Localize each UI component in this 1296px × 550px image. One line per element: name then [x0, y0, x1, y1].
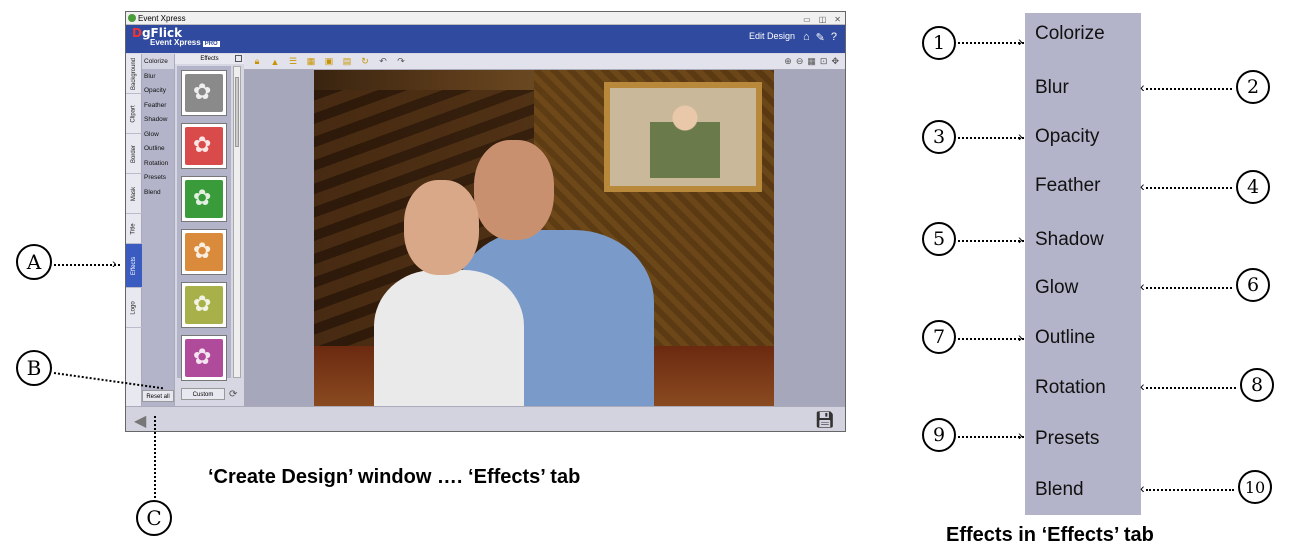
effect-shadow[interactable]: Shadow	[142, 112, 174, 127]
canvas-area	[244, 70, 845, 406]
title-bar: Event Xpress ▭ ◫ ✕	[126, 12, 845, 25]
home-icon[interactable]: ⌂	[803, 31, 810, 44]
zoom-in-icon[interactable]: ⊕	[784, 56, 792, 67]
effect-label-blur: Blur	[1035, 77, 1069, 98]
effects-list: Colorize Blur Opacity Feather Shadow Glo…	[142, 54, 174, 406]
effect-colorize[interactable]: Colorize	[142, 54, 174, 69]
couple-photo[interactable]	[354, 140, 654, 406]
effect-label-feather: Feather	[1035, 175, 1101, 196]
caption-effects: Effects in ‘Effects’ tab	[946, 524, 1154, 546]
callout-9: 9	[922, 418, 956, 452]
tab-background[interactable]: Background	[126, 54, 142, 94]
fit-icon[interactable]: ⊡	[820, 56, 828, 67]
align-icon[interactable]: ☰	[286, 56, 300, 67]
thumbnail-item[interactable]	[181, 229, 227, 275]
effect-opacity[interactable]: Opacity	[142, 83, 174, 98]
help-icon[interactable]: ?	[831, 31, 837, 44]
callout-1: 1	[922, 26, 956, 60]
effect-label-glow: Glow	[1035, 277, 1079, 298]
effect-blend[interactable]: Blend	[142, 185, 174, 200]
reset-all-button[interactable]: Reset all	[142, 390, 174, 402]
design-toolbar: 🔒︎ ▲ ☰ ▦ ▣ ▤ ↻ ↶ ↷ ⊕ ⊖ ▦ ⊡ ✥	[244, 54, 845, 70]
effects-panel-header: Effects	[175, 54, 244, 64]
thumbnail-item[interactable]	[181, 123, 227, 169]
tab-clipart[interactable]: Clipart	[126, 94, 142, 134]
tab-mask[interactable]: Mask	[126, 174, 142, 214]
window-title: Event Xpress	[138, 14, 186, 23]
effect-label-presets: Presets	[1035, 428, 1100, 449]
callout-3: 3	[922, 120, 956, 154]
callout-8: 8	[1240, 368, 1274, 402]
rotate-icon[interactable]: ↻	[358, 56, 372, 67]
effects-zoom-panel: Colorize Blur Opacity Feather Shadow Glo…	[1025, 13, 1141, 515]
effect-outline[interactable]: Outline	[142, 141, 174, 156]
callout-5: 5	[922, 222, 956, 256]
redo-icon[interactable]: ↷	[394, 56, 408, 67]
vertical-tabs: Background Clipart Border Mask Title Eff…	[126, 54, 142, 406]
save-icon[interactable]: 💾︎	[815, 410, 835, 430]
callout-4: 4	[1236, 170, 1270, 204]
thumbnail-item[interactable]	[181, 176, 227, 222]
thumbnail-item[interactable]	[181, 335, 227, 381]
back-arrow-icon[interactable]: ◀	[134, 411, 146, 431]
custom-button[interactable]: Custom	[181, 388, 225, 400]
layer-up-icon[interactable]: ▲	[268, 57, 282, 67]
lock-icon[interactable]: 🔒︎	[250, 56, 264, 67]
callout-2: 2	[1236, 70, 1270, 104]
effect-label-blend: Blend	[1035, 479, 1084, 500]
pin-icon[interactable]	[235, 55, 242, 62]
callout-6: 6	[1236, 268, 1270, 302]
thumbnail-item[interactable]	[181, 70, 227, 116]
thumbnail-scrollbar[interactable]	[233, 66, 241, 378]
send-back-icon[interactable]: ▤	[340, 56, 354, 67]
grid-icon[interactable]: ▦	[807, 56, 816, 67]
effect-glow[interactable]: Glow	[142, 127, 174, 142]
effect-blur[interactable]: Blur	[142, 69, 174, 84]
app-icon	[128, 14, 136, 22]
callout-c: C	[136, 500, 172, 536]
app-window: Event Xpress ▭ ◫ ✕ DgFlick Event Xpress P…	[125, 11, 846, 432]
tab-effects[interactable]: Effects	[126, 244, 142, 288]
effect-label-opacity: Opacity	[1035, 126, 1100, 147]
effect-rotation[interactable]: Rotation	[142, 156, 174, 171]
effect-label-rotation: Rotation	[1035, 377, 1106, 398]
effect-label-colorize: Colorize	[1035, 23, 1105, 44]
bring-front-icon[interactable]: ▣	[322, 56, 336, 67]
undo-icon[interactable]: ↶	[376, 56, 390, 67]
effect-label-outline: Outline	[1035, 327, 1096, 348]
effect-label-shadow: Shadow	[1035, 229, 1104, 250]
callout-b: B	[16, 350, 52, 386]
move-icon[interactable]: ✥	[831, 56, 839, 67]
refresh-icon[interactable]: ⟳	[229, 389, 237, 400]
effect-feather[interactable]: Feather	[142, 98, 174, 113]
edit-design-label: Edit Design	[748, 31, 795, 41]
brand-subtitle: Event Xpress PRO	[150, 38, 220, 47]
layer-icon[interactable]: ▦	[304, 56, 318, 67]
tab-logo[interactable]: Logo	[126, 288, 142, 328]
thumbnail-item[interactable]	[181, 282, 227, 328]
thumbnail-list	[177, 66, 231, 381]
callout-a: A	[16, 244, 52, 280]
caption-create-design: ‘Create Design’ window …. ‘Effects’ tab	[208, 466, 581, 488]
tab-title[interactable]: Title	[126, 214, 142, 244]
app-header: DgFlick Event Xpress PRO Edit Design ⌂ ✎ …	[126, 25, 845, 53]
effect-presets[interactable]: Presets	[142, 170, 174, 185]
zoom-out-icon[interactable]: ⊖	[796, 56, 804, 67]
design-canvas[interactable]	[314, 70, 774, 406]
callout-7: 7	[922, 320, 956, 354]
effect-thumbnails-panel: Effects Custom ⟳	[174, 54, 244, 406]
bottom-bar: ◀ 💾︎	[126, 406, 845, 431]
tab-border[interactable]: Border	[126, 134, 142, 174]
callout-10: 10	[1238, 470, 1272, 504]
wrench-icon[interactable]: ✎	[816, 31, 825, 44]
